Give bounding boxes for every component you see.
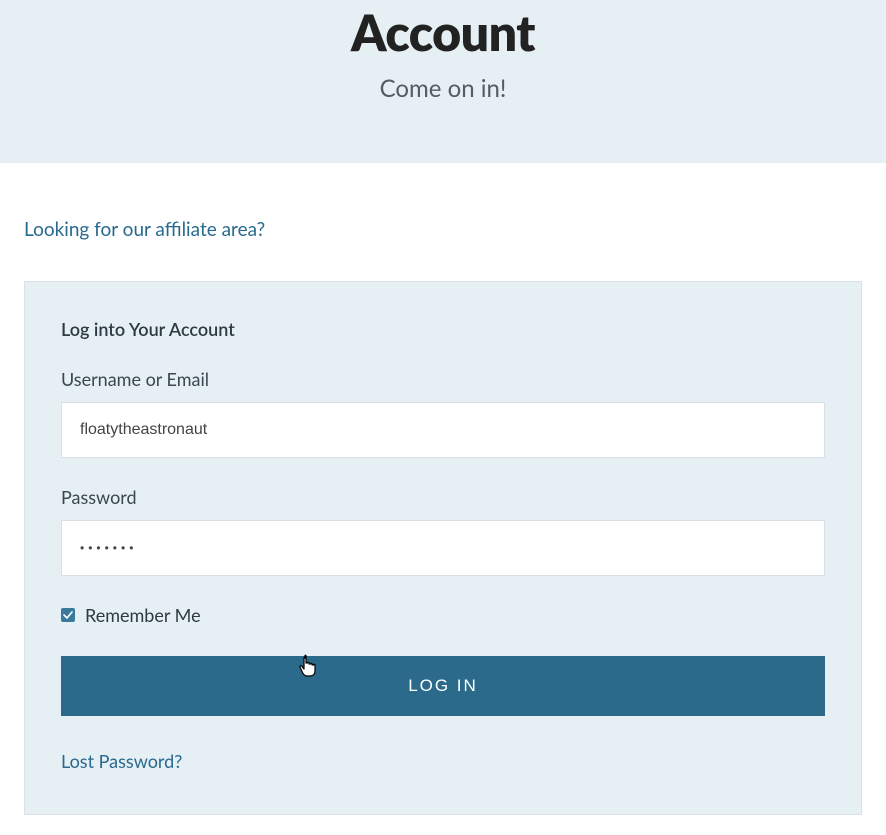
- password-label: Password: [61, 486, 825, 508]
- check-icon: [63, 610, 73, 620]
- affiliate-area-link[interactable]: Looking for our affiliate area?: [24, 218, 265, 241]
- remember-me-checkbox[interactable]: [61, 608, 75, 622]
- login-card: Log into Your Account Username or Email …: [24, 281, 862, 815]
- remember-me-row: Remember Me: [61, 604, 825, 626]
- username-field: Username or Email: [61, 368, 825, 458]
- page-title: Account: [20, 0, 866, 60]
- login-button[interactable]: LOG IN: [61, 656, 825, 716]
- page-subtitle: Come on in!: [20, 74, 866, 103]
- password-field: Password: [61, 486, 825, 576]
- remember-me-label[interactable]: Remember Me: [85, 604, 201, 626]
- login-card-title: Log into Your Account: [61, 318, 825, 340]
- lost-password-link[interactable]: Lost Password?: [61, 750, 182, 772]
- page-hero: Account Come on in!: [0, 0, 886, 163]
- username-input[interactable]: [61, 402, 825, 458]
- page-content: Looking for our affiliate area? Log into…: [0, 163, 886, 835]
- password-input[interactable]: [61, 520, 825, 576]
- username-label: Username or Email: [61, 368, 825, 390]
